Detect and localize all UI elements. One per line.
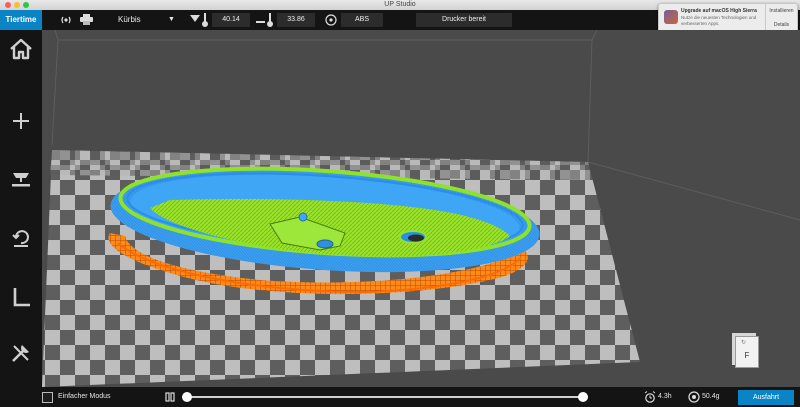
calibration-icon[interactable] [8,284,34,310]
layer-slider-track[interactable] [186,396,588,398]
bed-icon [256,21,265,23]
material-icon [325,14,337,26]
view-cube[interactable]: F ↻ [735,336,759,368]
macos-upgrade-notification: Upgrade auf macOS High Sierra Nutze die … [658,3,798,33]
alarm-clock-icon [644,391,656,403]
print-button[interactable]: Ausfahrt [738,390,794,405]
nozzle-thermometer-icon [202,13,208,27]
add-icon[interactable] [8,108,34,134]
filament-weight: 50.4g [702,393,720,400]
printer-icon[interactable] [80,14,93,25]
pause-icon[interactable] [165,392,175,402]
nozzle-icon [190,15,200,22]
home-icon[interactable] [8,36,34,62]
printer-status: Drucker bereit [416,13,512,27]
view-cube-face: F [744,351,750,360]
print-icon[interactable] [8,166,34,192]
macos-icon [664,10,678,24]
simple-mode-label: Einfacher Modus [58,393,111,400]
printer-name[interactable]: Kürbis [118,10,141,30]
wireless-icon[interactable] [60,15,72,25]
material-type[interactable]: ABS [341,13,383,27]
notification-title: Upgrade auf macOS High Sierra [681,8,757,14]
tools-icon[interactable] [8,340,34,366]
printer-dropdown-arrow[interactable]: ▼ [168,10,175,30]
simple-mode-checkbox[interactable] [42,392,53,403]
bed-thermometer-icon [267,13,273,27]
view-cube-rotate-icon[interactable]: ↻ [741,339,746,346]
3d-viewport[interactable]: F ↻ [42,30,800,387]
filament-spool-icon [688,391,700,403]
details-button[interactable]: Details [766,22,797,28]
notification-body: Nutze die neuesten Technologien und verb… [681,15,757,26]
install-button[interactable]: Installieren [766,8,797,14]
sidebar [0,30,42,387]
print-time: 4.3h [658,393,672,400]
layer-slider-end-handle[interactable] [578,392,588,402]
tiertime-logo: Tiertime [0,10,42,30]
build-plate-scene[interactable] [42,30,800,387]
bed-temperature: 33.86 [277,13,315,27]
rotate-icon[interactable] [8,224,34,250]
layer-slider-start-handle[interactable] [182,392,192,402]
nozzle-temperature: 40.14 [212,13,250,27]
